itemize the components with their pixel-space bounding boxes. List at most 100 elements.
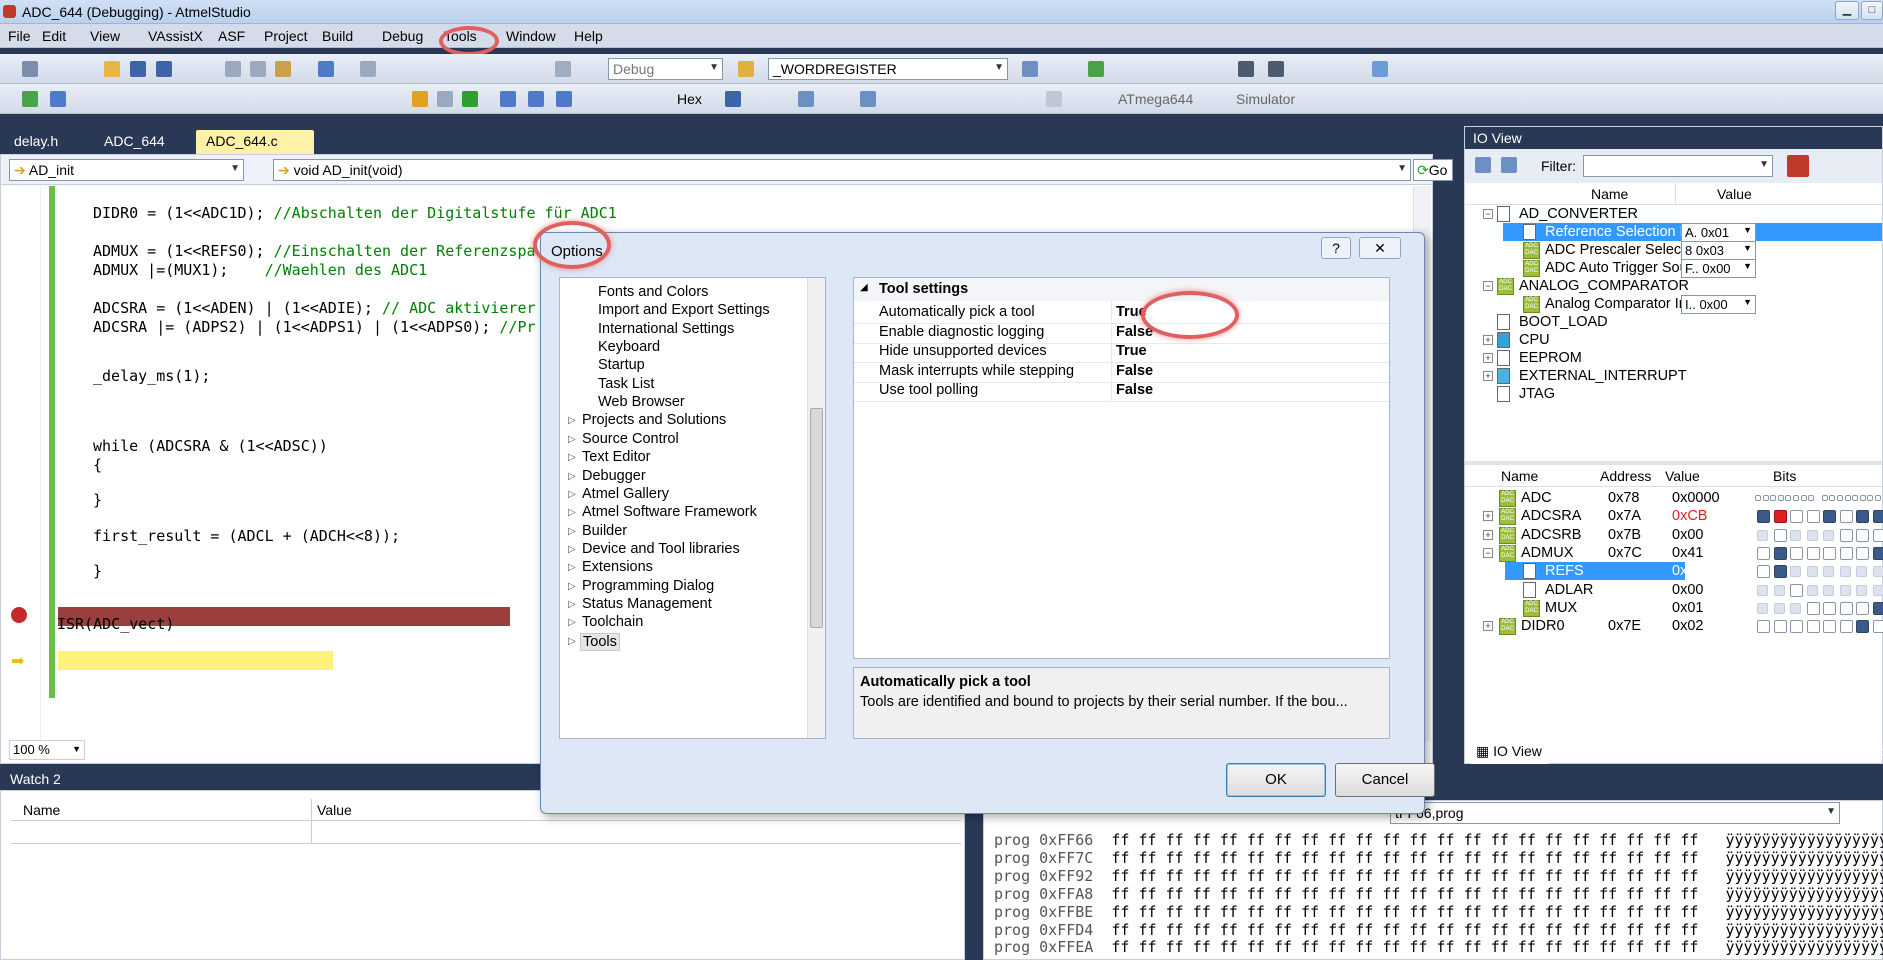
register-bit[interactable]	[1773, 546, 1787, 560]
tree-item[interactable]: Debugger	[582, 468, 646, 484]
register-bit[interactable]	[1823, 546, 1836, 560]
property-value[interactable]: True	[1116, 343, 1147, 359]
register-bit[interactable]	[1757, 602, 1768, 614]
tree-item[interactable]: Fonts and Colors	[598, 284, 708, 300]
find-combo[interactable]: _WORDREGISTER ▼	[768, 58, 1008, 80]
tree-item[interactable]: International Settings	[598, 321, 734, 337]
indent-icon[interactable]	[1238, 61, 1254, 77]
menu-edit[interactable]: Edit	[42, 28, 66, 44]
expand-icon[interactable]: ▷	[568, 636, 576, 647]
menu-view[interactable]: View	[90, 28, 120, 44]
step-over-icon[interactable]	[528, 91, 544, 107]
open-file-icon[interactable]	[104, 61, 120, 77]
register-bit[interactable]	[1808, 495, 1815, 501]
register-bit[interactable]	[1839, 584, 1851, 596]
expand-icon[interactable]: ▷	[568, 581, 576, 592]
register-bit[interactable]	[1856, 528, 1869, 542]
register-bit[interactable]	[1785, 495, 1792, 501]
register-bit[interactable]	[1790, 510, 1803, 524]
expand-toggle-icon[interactable]: +	[1483, 529, 1493, 540]
register-bit[interactable]	[1872, 510, 1883, 524]
register-bit[interactable]	[1806, 510, 1820, 524]
io-value-combo[interactable]: 8 0x03 ▼	[1681, 241, 1756, 260]
property-row[interactable]: Use tool polling False	[854, 379, 1389, 402]
register-bit[interactable]	[1856, 510, 1869, 524]
filter-combo[interactable]: ▼	[1583, 155, 1773, 177]
menu-project[interactable]: Project	[264, 28, 308, 44]
tree-scrollbar[interactable]	[807, 278, 825, 738]
register-bit[interactable]	[1875, 495, 1881, 501]
register-bit[interactable]	[1790, 620, 1803, 634]
register-bit[interactable]	[1872, 528, 1883, 542]
register-bit[interactable]	[1823, 601, 1836, 615]
expand-icon[interactable]: ▷	[568, 544, 576, 555]
expand-toggle-icon[interactable]: +	[1483, 621, 1493, 632]
register-bit[interactable]	[1867, 495, 1874, 501]
category-row[interactable]: ◢ Tool settings	[854, 278, 1389, 301]
tree-item[interactable]: Device and Tool libraries	[582, 541, 740, 557]
save-all-icon[interactable]	[156, 61, 172, 77]
register-bit[interactable]	[1856, 566, 1867, 578]
go-button[interactable]: ⟳Go	[1413, 159, 1453, 181]
tree-item[interactable]: Startup	[598, 357, 645, 373]
step-icon[interactable]	[412, 91, 428, 107]
register-bit[interactable]	[1806, 566, 1818, 578]
redo-icon[interactable]	[360, 61, 376, 77]
expand-toggle-icon[interactable]: −	[1483, 209, 1493, 219]
register-bit[interactable]	[1837, 495, 1843, 501]
register-bit[interactable]	[1856, 546, 1869, 560]
register-bit[interactable]	[1823, 566, 1834, 578]
expand-toggle-icon[interactable]: +	[1483, 371, 1493, 381]
register-bit[interactable]	[1823, 529, 1834, 541]
tab-asf-explorer[interactable]: ⚲ ASF Ex...	[1660, 740, 1745, 764]
register-bit[interactable]	[1852, 495, 1859, 501]
register-bit[interactable]	[1856, 601, 1869, 615]
clear-filter-icon[interactable]	[1787, 155, 1809, 177]
menu-file[interactable]: File	[8, 28, 31, 44]
register-bit[interactable]	[1823, 510, 1836, 524]
navigate-icon[interactable]	[1022, 61, 1038, 77]
list-view-icon[interactable]	[1501, 157, 1517, 173]
tree-item[interactable]: Toolchain	[582, 614, 643, 630]
register-bit[interactable]	[1770, 495, 1777, 501]
register-bit[interactable]	[1777, 495, 1784, 501]
tree-item[interactable]: Tools	[580, 632, 620, 651]
memory-icon[interactable]	[860, 91, 876, 107]
register-bit[interactable]	[1806, 584, 1818, 596]
maximize-button[interactable]: □	[1861, 1, 1883, 20]
breakpoint-icon[interactable]	[11, 607, 27, 623]
property-value[interactable]: False	[1116, 382, 1153, 398]
io-value-combo[interactable]: A. 0x01 ▼	[1681, 223, 1756, 242]
io-value-combo[interactable]: F.. 0x00 ▼	[1681, 259, 1756, 278]
tree-item[interactable]: Web Browser	[598, 394, 685, 410]
register-bit[interactable]	[1839, 546, 1853, 560]
register-bit[interactable]	[1821, 495, 1828, 501]
tree-item[interactable]: Text Editor	[582, 449, 651, 465]
memory-pane[interactable]: prog 0xFF66 ff ff ff ff ff ff ff ff ff f…	[983, 800, 1883, 960]
expand-icon[interactable]: ▷	[568, 599, 576, 610]
tree-item[interactable]: Source Control	[582, 431, 679, 447]
minimize-button[interactable]: ▁	[1835, 1, 1859, 20]
register-bit[interactable]	[1757, 510, 1770, 524]
register-bit[interactable]	[1839, 510, 1853, 524]
cancel-button[interactable]: Cancel	[1335, 763, 1435, 797]
expand-icon[interactable]: ▷	[568, 507, 576, 518]
disassembly-icon[interactable]	[798, 91, 814, 107]
register-bit[interactable]	[1757, 546, 1770, 560]
pause-icon[interactable]	[437, 91, 453, 107]
tab-solution-explorer[interactable]: ⛭ Solutio...	[1762, 740, 1844, 764]
register-bit[interactable]	[1790, 546, 1803, 560]
register-bit[interactable]	[1872, 601, 1883, 615]
tree-view-icon[interactable]	[1475, 157, 1491, 173]
menu-debug[interactable]: Debug	[382, 28, 423, 44]
watch-empty-row[interactable]	[11, 822, 961, 844]
function-combo[interactable]: ➔ void AD_init(void) ▼	[273, 159, 1411, 181]
expand-icon[interactable]: ▷	[568, 526, 576, 537]
expand-icon[interactable]: ▷	[568, 489, 576, 500]
ok-button[interactable]: OK	[1226, 763, 1326, 797]
tree-item[interactable]: Builder	[582, 523, 627, 539]
step-out-icon[interactable]	[556, 91, 572, 107]
tab-delay-h[interactable]: delay.h	[4, 130, 68, 154]
register-bit[interactable]	[1839, 528, 1853, 542]
tree-item[interactable]: Import and Export Settings	[598, 302, 770, 318]
